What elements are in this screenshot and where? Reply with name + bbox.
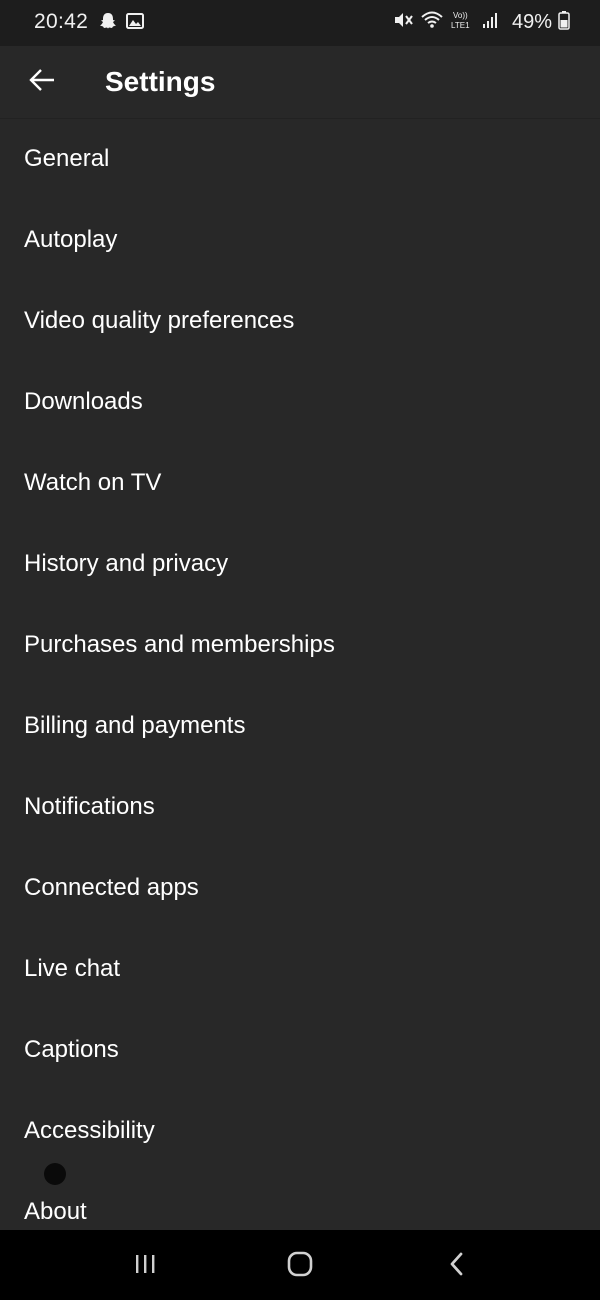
page-title: Settings xyxy=(105,66,216,97)
settings-item-downloads[interactable]: Downloads xyxy=(0,361,600,442)
volte-icon: Vo)) LTE1 xyxy=(450,9,476,36)
settings-item-billing[interactable]: Billing and payments xyxy=(0,685,600,766)
snapchat-icon xyxy=(98,11,118,36)
touch-indicator xyxy=(44,1163,66,1185)
system-back-button[interactable] xyxy=(437,1248,477,1284)
nav-bar xyxy=(0,1230,600,1300)
mute-icon xyxy=(392,9,414,36)
settings-item-notifications[interactable]: Notifications xyxy=(0,766,600,847)
home-button[interactable] xyxy=(280,1248,320,1284)
status-time: 20:42 xyxy=(34,10,89,33)
battery-percentage: 49% xyxy=(511,11,552,33)
home-icon xyxy=(286,1250,314,1283)
settings-item-general[interactable]: General xyxy=(0,118,600,199)
settings-item-watch-on-tv[interactable]: Watch on TV xyxy=(0,442,600,523)
arrow-left-icon xyxy=(27,65,57,100)
recent-apps-icon xyxy=(132,1252,158,1281)
status-bar: 20:42 Vo)) LTE1 49% xyxy=(0,0,600,46)
settings-list: General Autoplay Video quality preferenc… xyxy=(0,118,600,1252)
svg-text:Vo)): Vo)) xyxy=(453,11,468,20)
battery-icon xyxy=(558,10,570,35)
back-button[interactable] xyxy=(22,62,62,102)
settings-item-captions[interactable]: Captions xyxy=(0,1009,600,1090)
settings-item-accessibility[interactable]: Accessibility xyxy=(0,1090,600,1171)
settings-item-purchases[interactable]: Purchases and memberships xyxy=(0,604,600,685)
wifi-icon xyxy=(420,9,444,36)
app-bar: Settings xyxy=(0,46,600,119)
svg-text:LTE1: LTE1 xyxy=(451,21,470,30)
settings-item-connected-apps[interactable]: Connected apps xyxy=(0,847,600,928)
signal-icon xyxy=(482,10,500,35)
back-icon xyxy=(445,1250,469,1283)
image-icon xyxy=(126,12,144,35)
settings-item-live-chat[interactable]: Live chat xyxy=(0,928,600,1009)
recent-apps-button[interactable] xyxy=(125,1248,165,1284)
settings-item-history-privacy[interactable]: History and privacy xyxy=(0,523,600,604)
settings-item-video-quality[interactable]: Video quality preferences xyxy=(0,280,600,361)
settings-item-autoplay[interactable]: Autoplay xyxy=(0,199,600,280)
